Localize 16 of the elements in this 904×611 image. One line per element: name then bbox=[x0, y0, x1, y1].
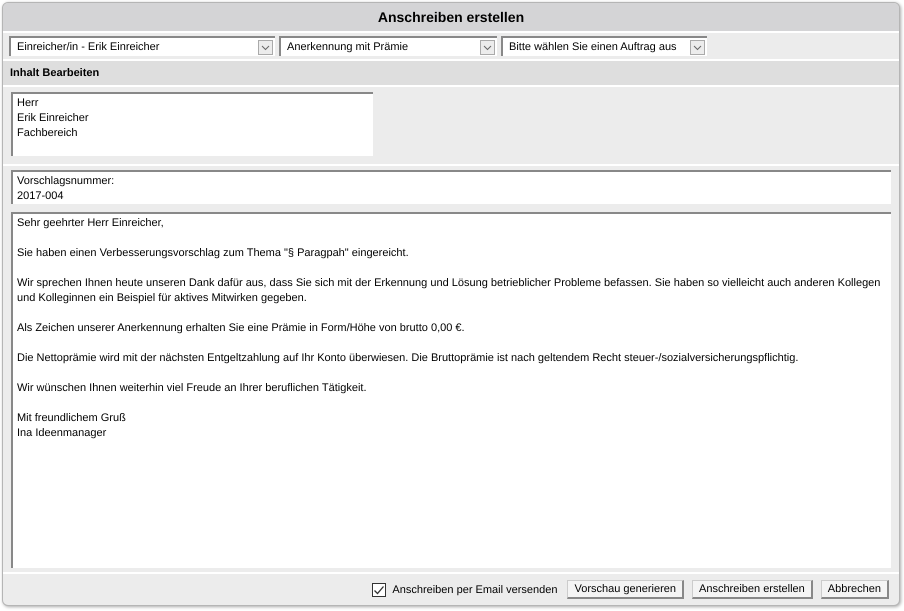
action-button[interactable]: Vorschau generieren bbox=[567, 580, 684, 599]
caret-icon bbox=[258, 40, 273, 54]
action-button[interactable]: Abbrechen bbox=[820, 580, 889, 599]
section-header: Inhalt Bearbeiten bbox=[3, 61, 899, 87]
dropdown[interactable]: Einreicher/in - Erik Einreicher bbox=[9, 36, 275, 56]
window-title: Anschreiben erstellen bbox=[3, 3, 899, 33]
address-field[interactable]: Herr Erik Einreicher Fachbereich bbox=[11, 92, 373, 156]
checkbox-label: Anschreiben per Email versenden bbox=[392, 584, 558, 596]
action-button[interactable]: Anschreiben erstellen bbox=[692, 580, 813, 599]
dropdown[interactable]: Anerkennung mit Prämie bbox=[279, 36, 497, 56]
caret-icon bbox=[480, 40, 495, 54]
dropdown[interactable]: Bitte wählen Sie einen Auftrag aus bbox=[501, 36, 707, 56]
caret-icon bbox=[690, 40, 705, 54]
proposal-number-field[interactable]: Vorschlagsnummer: 2017-004 bbox=[11, 170, 891, 204]
letter-body-field[interactable]: Sehr geehrter Herr Einreicher, Sie haben einen Verbesserungsvorschlag zum Thema "§ Paragpah" eingereicht. Wir sprechen Ihnen heute unseren Dank dafür aus, dass Sie sich mit der Erkennung und Lösung betrieblicher Probleme befassen. Sie haben so vielleicht auch anderen Kollegen und Kolleginnen ein Beispiel für aktives Mitwirken gegeben. Als Zeichen unserer Anerkennung erhalten Sie eine Prämie in Form/Höhe von brutto 0,00 €. Die Nettoprämie wird mit der nächsten Entgeltzahlung auf Ihr Konto überwiesen. Die Bruttoprämie ist nach geltendem Recht steuer-/sozialversicherungspflichtig. Wir wünschen Ihnen weiterhin viel Freude an Ihrer beruflichen Tätigkeit. Mit freundlichem Gruß Ina Ideenmanager bbox=[11, 212, 891, 568]
email-checkbox[interactable]: Anschreiben per Email versenden bbox=[372, 582, 558, 596]
